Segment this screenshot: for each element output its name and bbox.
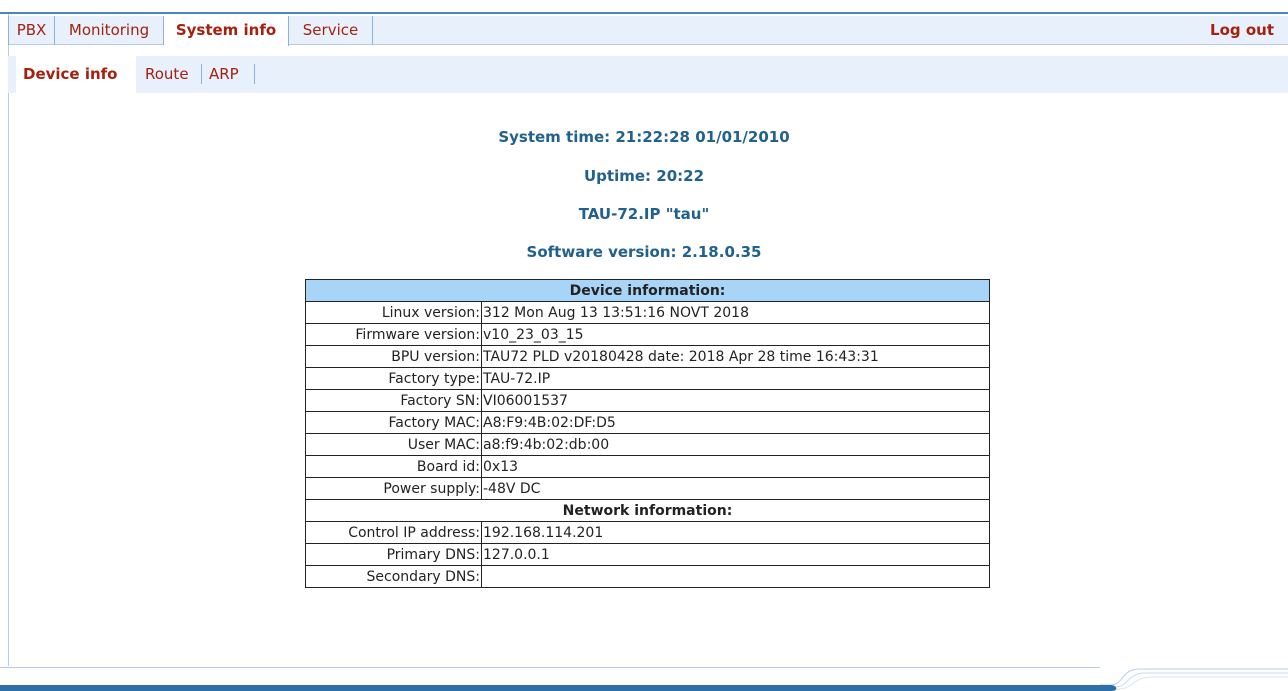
device-information-title: Device information: — [305, 279, 990, 302]
row-value: 312 Mon Aug 13 13:51:16 NOVT 2018 — [481, 301, 990, 324]
row-label: Linux version: — [305, 301, 482, 324]
network-information-title: Network information: — [305, 499, 990, 522]
row-value: TAU-72.IP — [481, 367, 990, 390]
table-row: Power supply: -48V DC — [305, 477, 990, 500]
row-label: Factory SN: — [305, 389, 482, 412]
table-section-header: Device information: — [305, 279, 990, 302]
row-value: 0x13 — [481, 455, 990, 478]
device-name: TAU-72.IP "tau" — [578, 205, 710, 223]
row-value: 192.168.114.201 — [481, 521, 990, 544]
table-row: Primary DNS: 127.0.0.1 — [305, 543, 990, 566]
row-label: Power supply: — [305, 477, 482, 500]
tab-service[interactable]: Service — [289, 16, 373, 45]
row-value — [481, 565, 990, 588]
table-section-header: Network information: — [305, 499, 990, 522]
footer-swoosh — [1100, 668, 1288, 691]
row-label: Secondary DNS: — [305, 565, 482, 588]
subtab-device-info[interactable]: Device info — [16, 56, 136, 93]
row-label: Firmware version: — [305, 323, 482, 346]
row-value: a8:f9:4b:02:db:00 — [481, 433, 990, 456]
table-row: Board id: 0x13 — [305, 455, 990, 478]
uptime: Uptime: 20:22 — [584, 167, 704, 185]
table-row: Factory SN: VI06001537 — [305, 389, 990, 412]
footer-line — [0, 667, 1100, 668]
row-label: User MAC: — [305, 433, 482, 456]
row-value: v10_23_03_15 — [481, 323, 990, 346]
row-label: Factory type: — [305, 367, 482, 390]
row-label: Control IP address: — [305, 521, 482, 544]
tab-system-info[interactable]: System info — [164, 16, 289, 46]
sub-nav: Device info Route ARP — [8, 56, 1288, 93]
logout-link[interactable]: Log out — [1210, 16, 1274, 45]
row-label: BPU version: — [305, 345, 482, 368]
table-row: Firmware version: v10_23_03_15 — [305, 323, 990, 346]
table-row: Secondary DNS: — [305, 565, 990, 588]
row-value: -48V DC — [481, 477, 990, 500]
table-row: BPU version: TAU72 PLD v20180428 date: 20… — [305, 345, 990, 368]
table-row: Factory MAC: A8:F9:4B:02:DF:D5 — [305, 411, 990, 434]
row-value: 127.0.0.1 — [481, 543, 990, 566]
software-version: Software version: 2.18.0.35 — [526, 243, 762, 261]
main-nav: PBX Monitoring System info Service Log o… — [8, 16, 1288, 46]
row-label: Board id: — [305, 455, 482, 478]
subtab-arp[interactable]: ARP — [209, 56, 255, 93]
device-info-table: Device information: Linux version: 312 Mo… — [305, 279, 990, 588]
subnav-separator — [254, 64, 255, 84]
row-value: TAU72 PLD v20180428 date: 2018 Apr 28 ti… — [481, 345, 990, 368]
row-label: Factory MAC: — [305, 411, 482, 434]
row-label: Primary DNS: — [305, 543, 482, 566]
table-row: Factory type: TAU-72.IP — [305, 367, 990, 390]
subnav-separator — [201, 64, 202, 84]
tab-monitoring[interactable]: Monitoring — [55, 16, 164, 45]
system-time: System time: 21:22:28 01/01/2010 — [498, 128, 790, 146]
row-value: VI06001537 — [481, 389, 990, 412]
table-row: User MAC: a8:f9:4b:02:db:00 — [305, 433, 990, 456]
subtab-route[interactable]: Route — [145, 56, 203, 93]
footer-bar — [0, 685, 1110, 691]
tab-pbx[interactable]: PBX — [8, 16, 55, 45]
table-row: Control IP address: 192.168.114.201 — [305, 521, 990, 544]
table-row: Linux version: 312 Mon Aug 13 13:51:16 NO… — [305, 301, 990, 324]
row-value: A8:F9:4B:02:DF:D5 — [481, 411, 990, 434]
